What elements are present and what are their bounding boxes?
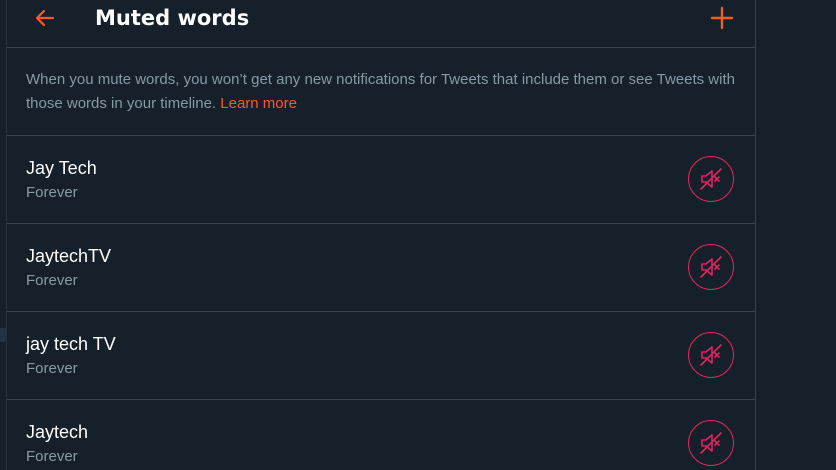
- right-background: [756, 0, 836, 470]
- description-text: When you mute words, you won’t get any n…: [26, 71, 735, 112]
- add-muted-word-button[interactable]: [708, 4, 736, 32]
- muted-words-panel: Muted words When you mute words, you won…: [7, 0, 756, 470]
- speaker-muted-icon: [700, 432, 722, 454]
- left-edge-strip: [0, 0, 7, 470]
- plus-icon: [710, 6, 734, 30]
- description: When you mute words, you won’t get any n…: [7, 48, 755, 136]
- unmute-button[interactable]: [688, 244, 734, 290]
- page-title: Muted words: [95, 6, 250, 30]
- speaker-muted-icon: [700, 256, 722, 278]
- muted-word: jay tech TV: [26, 334, 116, 354]
- mute-duration: Forever: [26, 184, 78, 201]
- unmute-button[interactable]: [688, 332, 734, 378]
- mute-duration: Forever: [26, 448, 78, 465]
- muted-word: JaytechTV: [26, 246, 112, 266]
- speaker-muted-icon: [700, 344, 722, 366]
- speaker-muted-icon: [700, 168, 722, 190]
- back-button[interactable]: [31, 4, 59, 32]
- learn-more-link[interactable]: Learn more: [220, 95, 297, 112]
- header: Muted words: [7, 0, 755, 48]
- muted-word-row[interactable]: jay tech TV Forever: [7, 312, 755, 400]
- muted-word-row[interactable]: Jay Tech Forever: [7, 136, 755, 224]
- mute-duration: Forever: [26, 360, 78, 377]
- muted-word: Jay Tech: [26, 158, 97, 178]
- muted-word-row[interactable]: Jaytech Forever: [7, 400, 755, 470]
- muted-word-row[interactable]: JaytechTV Forever: [7, 224, 755, 312]
- left-edge-mark: [0, 328, 6, 342]
- unmute-button[interactable]: [688, 156, 734, 202]
- mute-duration: Forever: [26, 272, 78, 289]
- unmute-button[interactable]: [688, 420, 734, 466]
- muted-word: Jaytech: [26, 422, 89, 442]
- arrow-left-icon: [35, 9, 55, 27]
